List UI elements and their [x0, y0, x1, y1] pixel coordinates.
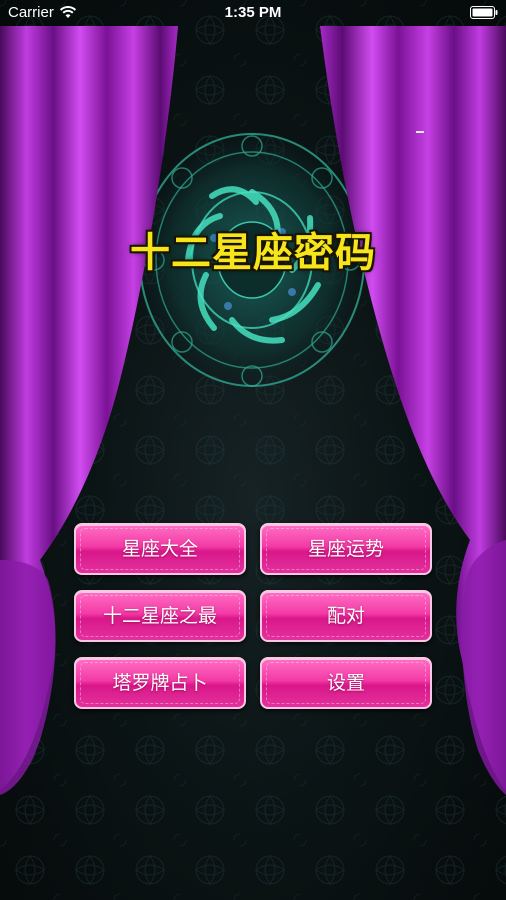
menu-button-label: 设置 [326, 672, 365, 694]
status-time: 1:35 PM [224, 4, 282, 21]
menu-button-label: 星座运势 [307, 538, 384, 560]
menu-button-constellation-guide[interactable]: 星座大全 [74, 523, 246, 575]
menu-button-label: 星座大全 [121, 538, 198, 560]
menu-button-tarot[interactable]: 塔罗牌占卜 [74, 657, 246, 709]
status-bar: Carrier 1:35 PM [0, 0, 506, 26]
menu-button-label: 十二星座之最 [102, 605, 217, 627]
menu-button-matching[interactable]: 配对 [260, 590, 432, 642]
menu-button-horoscope[interactable]: 星座运势 [260, 523, 432, 575]
app-screen: 十二星座密码 星座大全 星座运势 十二星座之最 配对 塔罗牌占卜 设置 Carr… [0, 0, 506, 900]
main-menu: 星座大全 星座运势 十二星座之最 配对 塔罗牌占卜 设置 [0, 0, 506, 900]
battery-icon [470, 6, 498, 19]
menu-button-label: 配对 [326, 605, 365, 627]
menu-button-settings[interactable]: 设置 [260, 657, 432, 709]
menu-button-zodiac-superlatives[interactable]: 十二星座之最 [74, 590, 246, 642]
menu-button-label: 塔罗牌占卜 [112, 672, 208, 694]
